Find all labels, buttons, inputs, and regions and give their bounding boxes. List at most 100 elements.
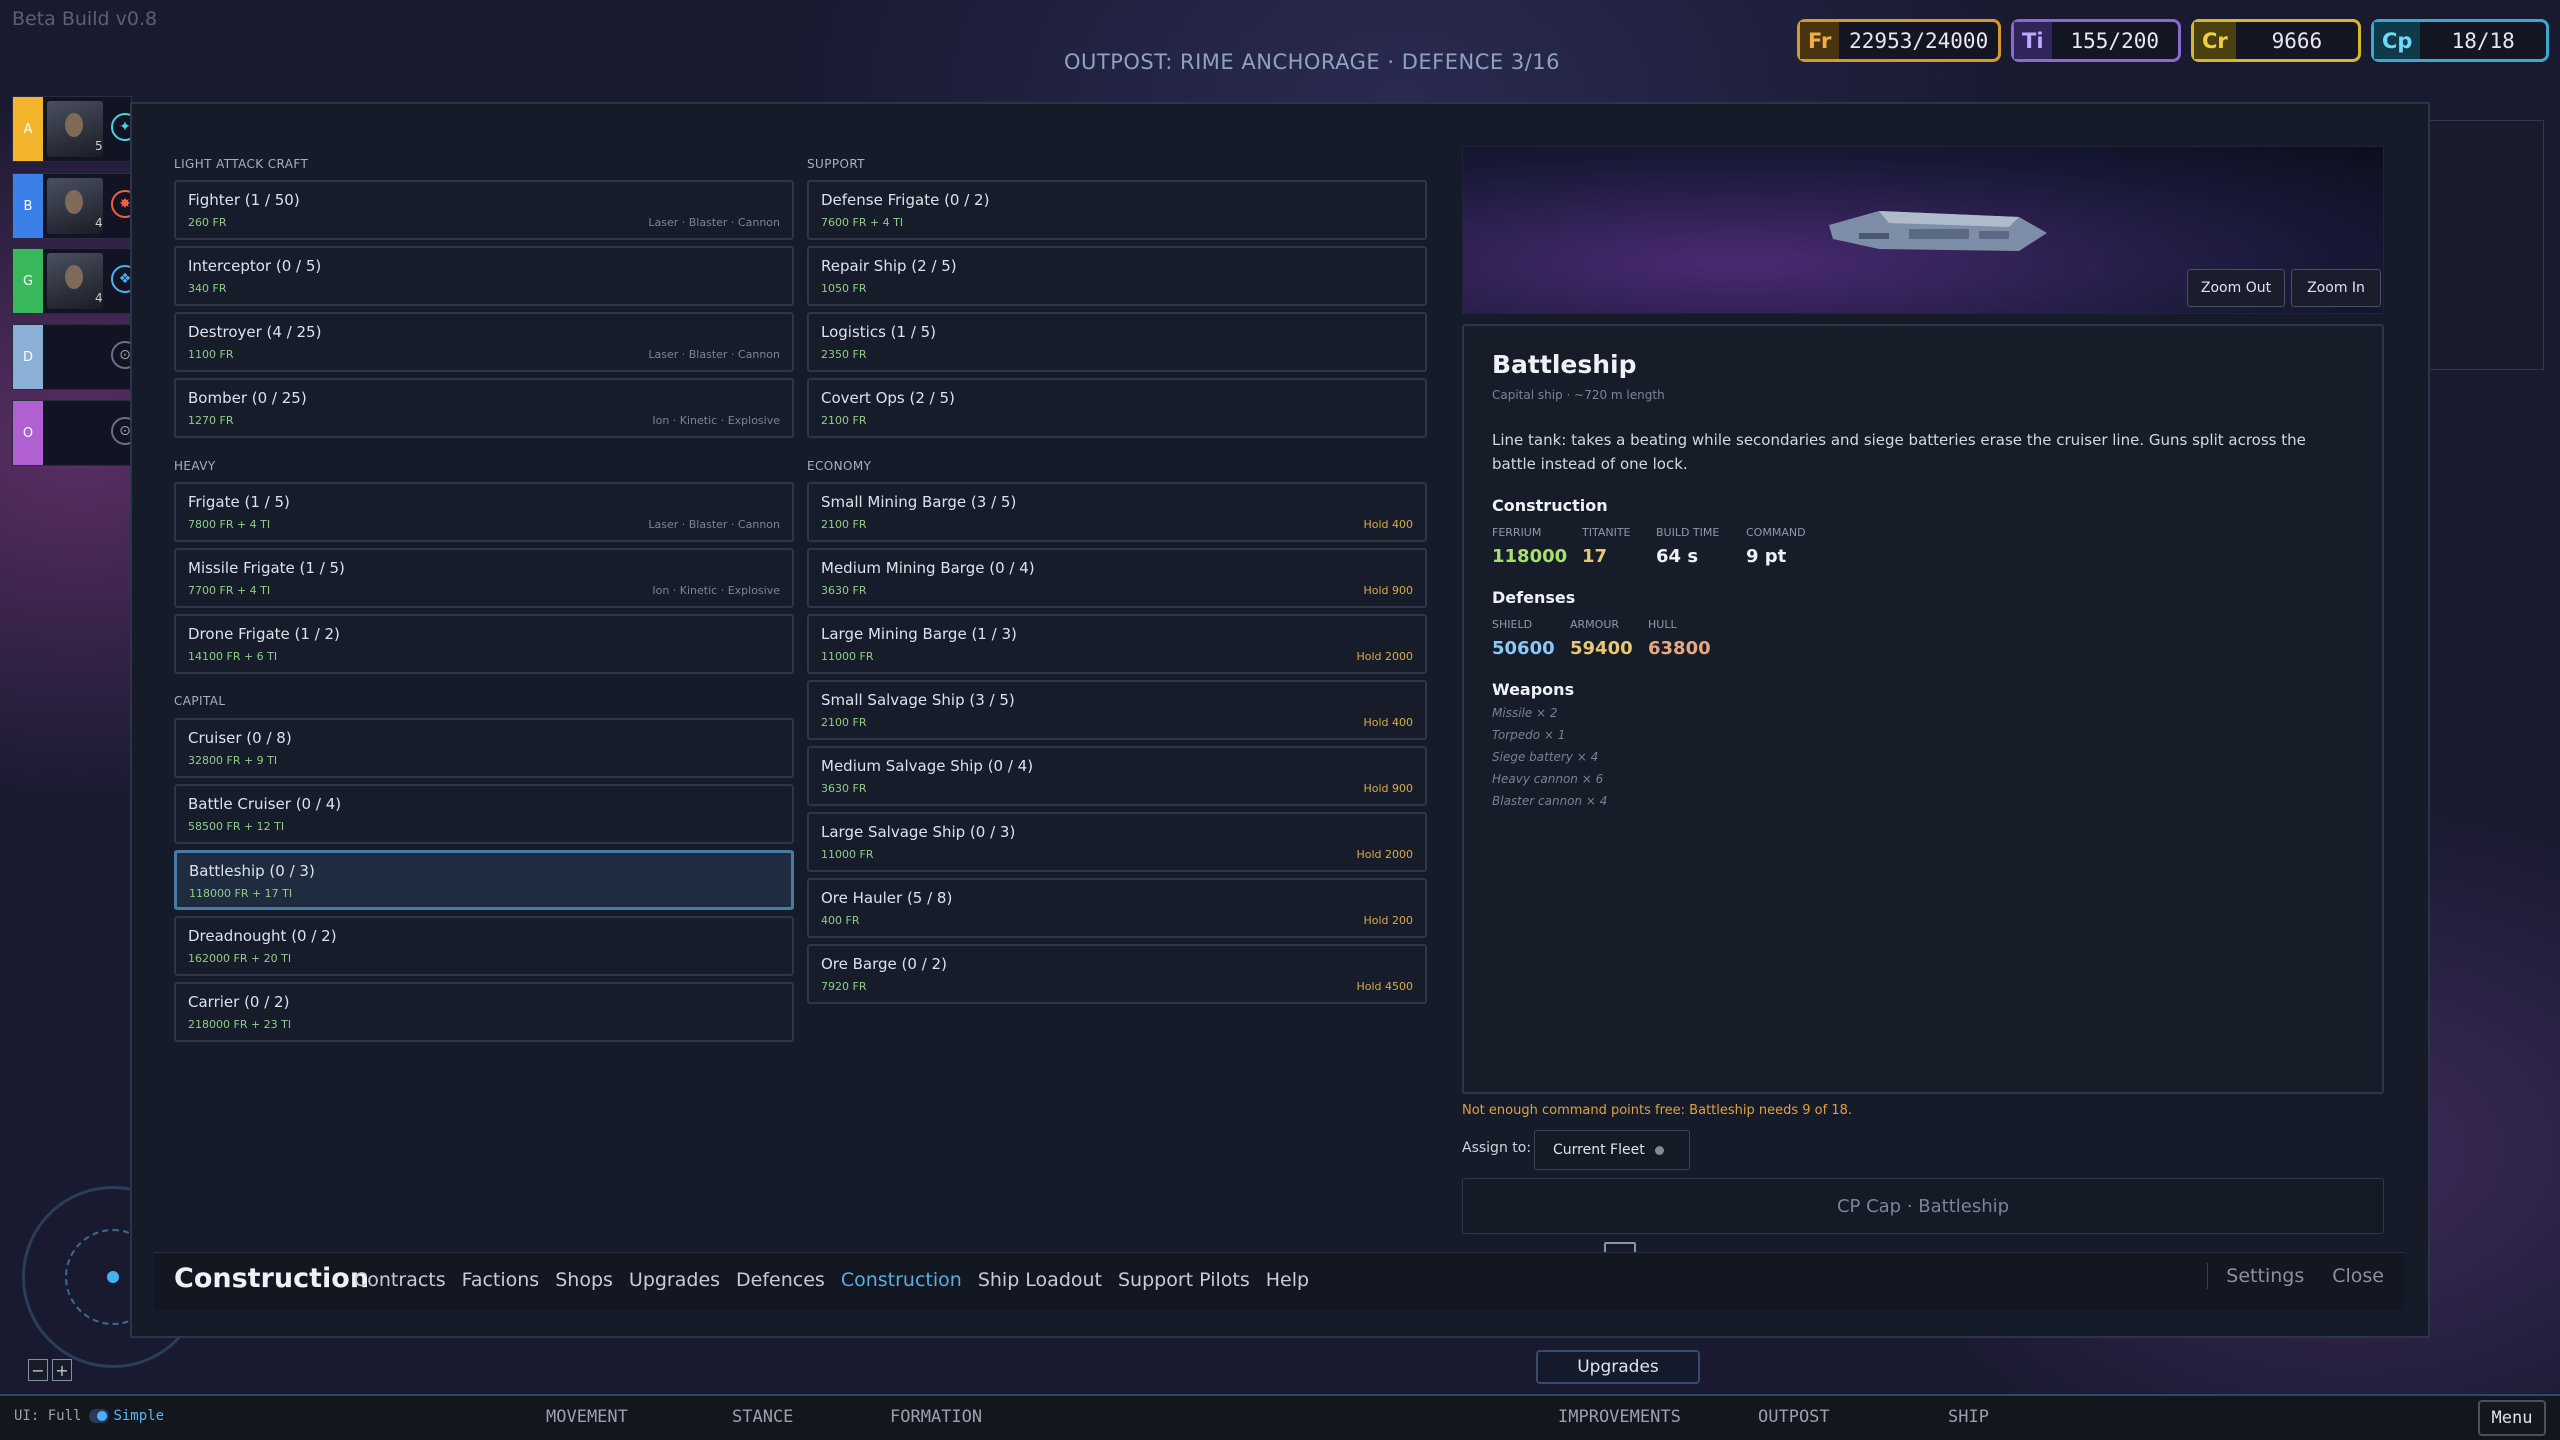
defenses-heading: Defenses (1492, 588, 1576, 607)
ship-card-medium-salvage-ship[interactable]: Medium Salvage Ship (0 / 4) 3630 FR Hold 9… (807, 746, 1427, 806)
ship-cost: 7920 FR (821, 980, 867, 993)
ui-simple[interactable]: Simple (113, 1408, 164, 1424)
assign-fleet-select[interactable]: Current Fleet (1534, 1130, 1690, 1170)
credits-value: 9666 (2271, 28, 2323, 53)
ship-name: Drone Frigate (1 / 2) (188, 625, 340, 643)
ui-mode-toggle[interactable]: UI: Full Simple (14, 1408, 164, 1424)
tab-contracts[interactable]: Contracts (354, 1269, 446, 1291)
nav-tabs: Contracts Factions Shops Upgrades Defenc… (354, 1269, 1325, 1291)
ship-cost: 32800 FR + 9 TI (188, 754, 278, 767)
weapon-line: Heavy cannon × 6 (1492, 772, 1604, 786)
ship-card-small-mining-barge[interactable]: Small Mining Barge (3 / 5) 2100 FR Hold 40… (807, 482, 1427, 542)
ship-name: Medium Mining Barge (0 / 4) (821, 559, 1035, 577)
fleet-letter: D (13, 325, 43, 389)
fleet-slot-o[interactable]: O ⊙ (12, 400, 139, 466)
ship-name: Repair Ship (2 / 5) (821, 257, 957, 275)
tab-shops[interactable]: Shops (555, 1269, 613, 1291)
tab-construction[interactable]: Construction (841, 1269, 962, 1291)
close-button[interactable]: Close (2332, 1265, 2384, 1287)
ship-preview: Zoom Out Zoom In (1462, 146, 2384, 314)
ship-cost: 11000 FR (821, 650, 874, 663)
ship-name: Ore Hauler (5 / 8) (821, 889, 953, 907)
tab-factions[interactable]: Factions (462, 1269, 540, 1291)
ship-card-large-mining-barge[interactable]: Large Mining Barge (1 / 3) 11000 FR Hold 2… (807, 614, 1427, 674)
ship-card-medium-mining-barge[interactable]: Medium Mining Barge (0 / 4) 3630 FR Hold 9… (807, 548, 1427, 608)
zoom-out-button[interactable]: Zoom Out (2187, 269, 2285, 307)
ship-card-fighter[interactable]: Fighter (1 / 50) 260 FR Laser · Blaster · … (174, 180, 794, 240)
ship-name: Interceptor (0 / 5) (188, 257, 322, 275)
ship-card-cruiser[interactable]: Cruiser (0 / 8) 32800 FR + 9 TI (174, 718, 794, 778)
tab-upgrades[interactable]: Upgrades (629, 1269, 720, 1291)
bottom-bar: UI: Full Simple MOVEMENT STANCE FORMATION… (0, 1394, 2560, 1440)
ship-cost: 7700 FR + 4 TI (188, 584, 271, 597)
fleet-slot-b[interactable]: B 4 ✸ (12, 173, 139, 239)
fleet-letter: A (13, 97, 43, 161)
ship-card-dreadnought[interactable]: Dreadnought (0 / 2) 162000 FR + 20 TI (174, 916, 794, 976)
tab-ship-loadout[interactable]: Ship Loadout (978, 1269, 1102, 1291)
ship-card-interceptor[interactable]: Interceptor (0 / 5) 340 FR (174, 246, 794, 306)
ship-name: Fighter (1 / 50) (188, 191, 300, 209)
tab-support-pilots[interactable]: Support Pilots (1118, 1269, 1250, 1291)
menu-button[interactable]: Menu (2478, 1400, 2546, 1436)
upgrades-button[interactable]: Upgrades (1536, 1350, 1700, 1384)
radar-zoom-out-button[interactable]: − (28, 1359, 48, 1381)
ship-card-carrier[interactable]: Carrier (0 / 2) 218000 FR + 23 TI (174, 982, 794, 1042)
ship-card-covert-ops[interactable]: Covert Ops (2 / 5) 2100 FR (807, 378, 1427, 438)
bottom-outpost[interactable]: OUTPOST (1758, 1407, 1830, 1427)
stat-shield: 50600 (1492, 638, 1555, 659)
toggle-switch-icon[interactable] (89, 1409, 110, 1423)
ship-name: Dreadnought (0 / 2) (188, 927, 337, 945)
ship-card-ore-hauler[interactable]: Ore Hauler (5 / 8) 400 FR Hold 200 (807, 878, 1427, 938)
tab-help[interactable]: Help (1266, 1269, 1309, 1291)
fleet-letter: G (13, 249, 43, 313)
ship-card-bomber[interactable]: Bomber (0 / 25) 1270 FR Ion · Kinetic · Ex… (174, 378, 794, 438)
ui-full[interactable]: Full (48, 1408, 82, 1424)
ship-card-frigate[interactable]: Frigate (1 / 5) 7800 FR + 4 TI Laser · Bla… (174, 482, 794, 542)
detail-subtitle: Capital ship · ~720 m length (1492, 388, 1665, 402)
build-version: Beta Build v0.8 (12, 8, 158, 30)
fleet-count: 5 (95, 139, 103, 153)
ship-card-ore-barge[interactable]: Ore Barge (0 / 2) 7920 FR Hold 4500 (807, 944, 1427, 1004)
bottom-stance[interactable]: STANCE (732, 1407, 793, 1427)
ship-card-defense-frigate[interactable]: Defense Frigate (0 / 2) 7600 FR + 4 TI (807, 180, 1427, 240)
construction-nav: Construction Contracts Factions Shops Up… (154, 1252, 2404, 1310)
ship-card-large-salvage-ship[interactable]: Large Salvage Ship (0 / 3) 11000 FR Hold 2… (807, 812, 1427, 872)
command-points-icon: Cp (2374, 22, 2421, 59)
ship-weapons: Ion · Kinetic · Explosive (652, 414, 780, 427)
radar-center-icon (107, 1271, 119, 1283)
ship-card-repair-ship[interactable]: Repair Ship (2 / 5) 1050 FR (807, 246, 1427, 306)
ship-card-destroyer[interactable]: Destroyer (4 / 25) 1100 FR Laser · Blaster… (174, 312, 794, 372)
side-panel (2424, 120, 2544, 370)
bottom-ship[interactable]: SHIP (1948, 1407, 1989, 1427)
ship-card-missile-frigate[interactable]: Missile Frigate (1 / 5) 7700 FR + 4 TI Ion… (174, 548, 794, 608)
ship-cost: 1100 FR (188, 348, 234, 361)
ship-card-logistics[interactable]: Logistics (1 / 5) 2350 FR (807, 312, 1427, 372)
fleet-slot-g[interactable]: G 4 ❖ (12, 248, 139, 314)
bottom-movement[interactable]: MOVEMENT (546, 1407, 628, 1427)
bottom-improvements[interactable]: IMPROVEMENTS (1558, 1407, 1681, 1427)
ship-card-drone-frigate[interactable]: Drone Frigate (1 / 2) 14100 FR + 6 TI (174, 614, 794, 674)
bottom-formation[interactable]: FORMATION (890, 1407, 982, 1427)
weapon-line: Siege battery × 4 (1492, 750, 1599, 764)
ship-card-small-salvage-ship[interactable]: Small Salvage Ship (3 / 5) 2100 FR Hold 40… (807, 680, 1427, 740)
tab-defences[interactable]: Defences (736, 1269, 825, 1291)
settings-button[interactable]: Settings (2226, 1265, 2304, 1287)
ship-card-battle-cruiser[interactable]: Battle Cruiser (0 / 4) 58500 FR + 12 TI (174, 784, 794, 844)
ship-name: Battleship (0 / 3) (189, 862, 315, 880)
fleet-count: 4 (95, 216, 103, 230)
radar-zoom-in-button[interactable]: + (52, 1359, 72, 1381)
stat-command: 9 pt (1746, 546, 1787, 567)
fleet-slot-d[interactable]: D ⊙ (12, 324, 139, 390)
stat-label: BUILD TIME (1656, 526, 1720, 539)
ship-hold: Hold 200 (1363, 914, 1413, 927)
ship-name: Cruiser (0 / 8) (188, 729, 292, 747)
fleet-slot-a[interactable]: A 5 ✦ (12, 96, 139, 162)
zoom-in-button[interactable]: Zoom In (2291, 269, 2381, 307)
ship-cost: 400 FR (821, 914, 860, 927)
ship-cost: 218000 FR + 23 TI (188, 1018, 292, 1031)
ferrium-value: 22953/24000 (1849, 28, 1989, 53)
build-button-disabled[interactable]: CP Cap · Battleship (1462, 1178, 2384, 1234)
nav-title: Construction (174, 1263, 370, 1294)
ship-card-battleship[interactable]: Battleship (0 / 3) 118000 FR + 17 TI (174, 850, 794, 910)
ship-cost: 11000 FR (821, 848, 874, 861)
